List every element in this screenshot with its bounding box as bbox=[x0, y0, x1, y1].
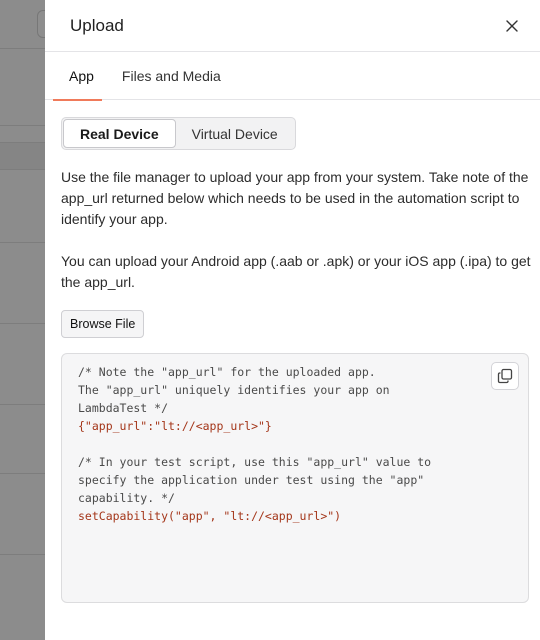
code-line: setCapability("app", "lt://<app_url>") bbox=[78, 509, 342, 523]
close-icon bbox=[506, 19, 518, 32]
drawer-header: Upload bbox=[45, 0, 540, 52]
copy-icon bbox=[497, 368, 513, 384]
page: Upload App Files and Media Real Device V… bbox=[0, 0, 540, 640]
tab-files-and-media[interactable]: Files and Media bbox=[114, 52, 229, 100]
code-line: LambdaTest */ bbox=[78, 401, 169, 415]
browse-file-button[interactable]: Browse File bbox=[61, 310, 145, 338]
drawer-content: Real Device Virtual Device Use the file … bbox=[45, 100, 540, 603]
background-divider bbox=[0, 554, 45, 555]
code-line: {"app_url":"lt://<app_url>"} bbox=[78, 419, 272, 433]
copy-button[interactable] bbox=[491, 362, 519, 390]
tab-bar: App Files and Media bbox=[45, 52, 540, 101]
close-button[interactable] bbox=[502, 16, 522, 36]
code-line: The "app_url" uniquely identifies your a… bbox=[78, 383, 390, 397]
device-type-toggle: Real Device Virtual Device bbox=[61, 117, 296, 150]
background-divider bbox=[0, 473, 45, 474]
background-divider bbox=[0, 242, 45, 243]
background-row bbox=[0, 142, 45, 170]
real-device-option[interactable]: Real Device bbox=[63, 119, 176, 148]
upload-instructions: Use the file manager to upload your app … bbox=[61, 169, 529, 227]
background-divider bbox=[0, 323, 45, 324]
drawer-title: Upload bbox=[70, 15, 124, 35]
background-overlay[interactable] bbox=[0, 0, 51, 640]
code-line: /* Note the "app_url" for the uploaded a… bbox=[78, 365, 376, 379]
code-line: /* In your test script, use this "app_ur… bbox=[78, 455, 432, 469]
supported-formats-note: You can upload your Android app (.aab or… bbox=[61, 253, 531, 290]
code-line: capability. */ bbox=[78, 491, 175, 505]
upload-drawer: Upload App Files and Media Real Device V… bbox=[45, 0, 540, 640]
background-divider bbox=[0, 404, 45, 405]
virtual-device-option[interactable]: Virtual Device bbox=[176, 119, 294, 148]
code-line: specify the application under test using… bbox=[78, 473, 425, 487]
code-snippet: /* Note the "app_url" for the uploaded a… bbox=[61, 353, 529, 603]
background-divider bbox=[0, 125, 45, 126]
background-divider bbox=[0, 48, 45, 49]
tab-app[interactable]: App bbox=[53, 52, 102, 101]
